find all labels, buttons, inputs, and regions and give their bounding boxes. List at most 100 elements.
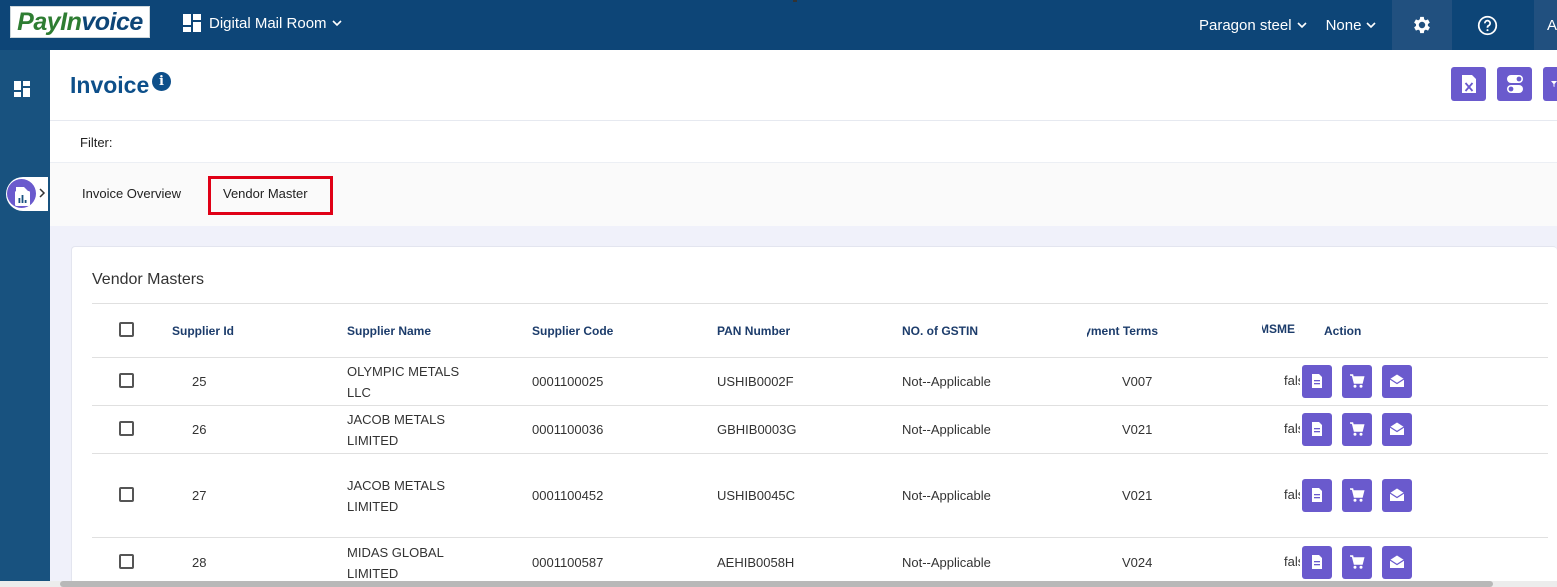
col-supplier-id[interactable]: Supplier Id — [172, 303, 347, 358]
table-row[interactable]: 25 OLYMPIC METALS LLC 0001100025 USHIB00… — [92, 357, 1548, 406]
help-icon — [1477, 15, 1498, 35]
row-select-cell — [92, 453, 172, 538]
help-button[interactable] — [1452, 0, 1522, 50]
purchase-order-button[interactable] — [1342, 546, 1372, 579]
user-menu[interactable]: A — [1534, 0, 1557, 50]
payment-terms: V021 — [1087, 405, 1262, 454]
company-dropdown[interactable]: Paragon steel — [1190, 0, 1317, 50]
supplier-id: 27 — [172, 453, 347, 538]
horizontal-scrollbar[interactable] — [0, 581, 1557, 587]
col-pan-number[interactable]: PAN Number — [717, 303, 902, 358]
document-icon — [1312, 555, 1322, 569]
col-supplier-name[interactable]: Supplier Name — [347, 303, 532, 358]
supplier-code: 0001100587 — [532, 537, 717, 587]
cart-icon — [1350, 422, 1365, 436]
tab-invoice-overview[interactable]: Invoice Overview — [82, 186, 181, 201]
open-mail-button[interactable] — [1382, 546, 1412, 579]
msme-status: false — [1262, 357, 1302, 406]
cart-icon — [1350, 374, 1365, 388]
mail-open-icon — [1389, 555, 1405, 568]
mail-open-icon — [1389, 374, 1405, 387]
supplier-code: 0001100025 — [532, 357, 717, 406]
table-row[interactable]: 26 JACOB METALS LIMITED 0001100036 GBHIB… — [92, 405, 1548, 454]
supplier-code: 0001100036 — [532, 405, 717, 454]
mail-open-icon — [1389, 488, 1405, 501]
col-gstin-count[interactable]: NO. of GSTIN — [902, 303, 1087, 358]
cart-icon — [1350, 555, 1365, 569]
mail-open-icon — [1389, 422, 1405, 435]
payinvoice-logo[interactable]: PayIn voice — [10, 6, 150, 38]
filter-bar: Filter: — [50, 121, 1557, 163]
row-select-cell — [92, 405, 172, 454]
purchase-order-button[interactable] — [1342, 479, 1372, 512]
supplier-id: 28 — [172, 537, 347, 587]
row-actions — [1302, 537, 1548, 587]
msme-value: false — [1284, 372, 1300, 388]
open-mail-button[interactable] — [1382, 479, 1412, 512]
scrollbar-thumb[interactable] — [60, 581, 1493, 587]
pan-number: USHIB0045C — [717, 453, 902, 538]
row-checkbox[interactable] — [119, 372, 134, 388]
payment-terms: V024 — [1087, 537, 1262, 587]
tabs-bar: Invoice Overview Vendor Master — [50, 163, 1557, 226]
document-icon — [1312, 422, 1322, 436]
chevron-down-icon — [331, 20, 342, 27]
info-icon[interactable]: i — [152, 72, 171, 91]
info-glyph: i — [159, 74, 164, 89]
msme-value: false — [1284, 486, 1300, 502]
row-checkbox[interactable] — [119, 486, 134, 502]
left-sidebar — [0, 50, 50, 587]
dashboard-icon[interactable] — [13, 80, 31, 98]
msme-value: false — [1284, 420, 1300, 436]
table-row[interactable]: 27 JACOB METALS LIMITED 0001100452 USHIB… — [92, 453, 1548, 538]
toggle-icon — [1506, 75, 1523, 93]
msme-status: false — [1262, 453, 1302, 538]
report-icon[interactable] — [15, 191, 30, 206]
msme-value: false — [1284, 553, 1300, 569]
row-select-cell — [92, 357, 172, 406]
top-right-menu: Paragon steel None — [1190, 0, 1522, 50]
top-marker — [793, 0, 797, 2]
view-document-button[interactable] — [1302, 365, 1332, 398]
view-document-button[interactable] — [1302, 479, 1332, 512]
row-actions — [1302, 405, 1548, 454]
row-checkbox[interactable] — [119, 553, 134, 569]
col-msme[interactable]: MSME S — [1262, 303, 1302, 358]
logo-text-part2: voice — [81, 7, 143, 36]
gear-icon — [1414, 16, 1431, 34]
pan-number: AEHIB0058H — [717, 537, 902, 587]
vendor-table: Supplier Id Supplier Name Supplier Code … — [92, 303, 1548, 587]
purchase-order-button[interactable] — [1342, 413, 1372, 446]
table-row[interactable]: 28 MIDAS GLOBAL LIMITED 0001100587 AEHIB… — [92, 537, 1548, 587]
view-document-button[interactable] — [1302, 413, 1332, 446]
supplier-name: JACOB METALS LIMITED — [347, 453, 532, 538]
app-switcher[interactable]: Digital Mail Room — [183, 12, 343, 34]
document-icon — [1312, 488, 1322, 502]
settings-button[interactable] — [1392, 0, 1453, 50]
gstin-count: Not--Applicable — [902, 357, 1087, 406]
purchase-order-button[interactable] — [1342, 365, 1372, 398]
chevron-down-icon — [1297, 22, 1307, 29]
top-bar: PayIn voice Digital Mail Room Paragon ste… — [0, 0, 1557, 50]
scope-dropdown[interactable]: None — [1317, 0, 1387, 50]
row-checkbox[interactable] — [119, 420, 134, 436]
vendor-masters-card: Vendor Masters Supplier Id Supplier Name… — [71, 246, 1557, 587]
col-payment-terms-label: Payment Terms — [1087, 323, 1158, 338]
open-mail-button[interactable] — [1382, 365, 1412, 398]
select-all-checkbox[interactable] — [119, 321, 134, 337]
toggle-columns-button[interactable] — [1497, 67, 1532, 101]
col-supplier-code[interactable]: Supplier Code — [532, 303, 717, 358]
logo-text-part1: PayIn — [17, 7, 82, 36]
filter-button[interactable] — [1543, 67, 1557, 101]
open-mail-button[interactable] — [1382, 413, 1412, 446]
export-excel-button[interactable] — [1451, 67, 1486, 101]
view-document-button[interactable] — [1302, 546, 1332, 579]
msme-status: false — [1262, 537, 1302, 587]
table-header-row: Supplier Id Supplier Name Supplier Code … — [92, 303, 1548, 358]
col-payment-terms[interactable]: Payment Terms — [1087, 303, 1262, 358]
user-initial: A — [1547, 16, 1557, 34]
supplier-id: 26 — [172, 405, 347, 454]
chevron-right-icon — [39, 188, 46, 198]
tab-vendor-master[interactable]: Vendor Master — [223, 186, 308, 201]
row-actions — [1302, 453, 1548, 538]
